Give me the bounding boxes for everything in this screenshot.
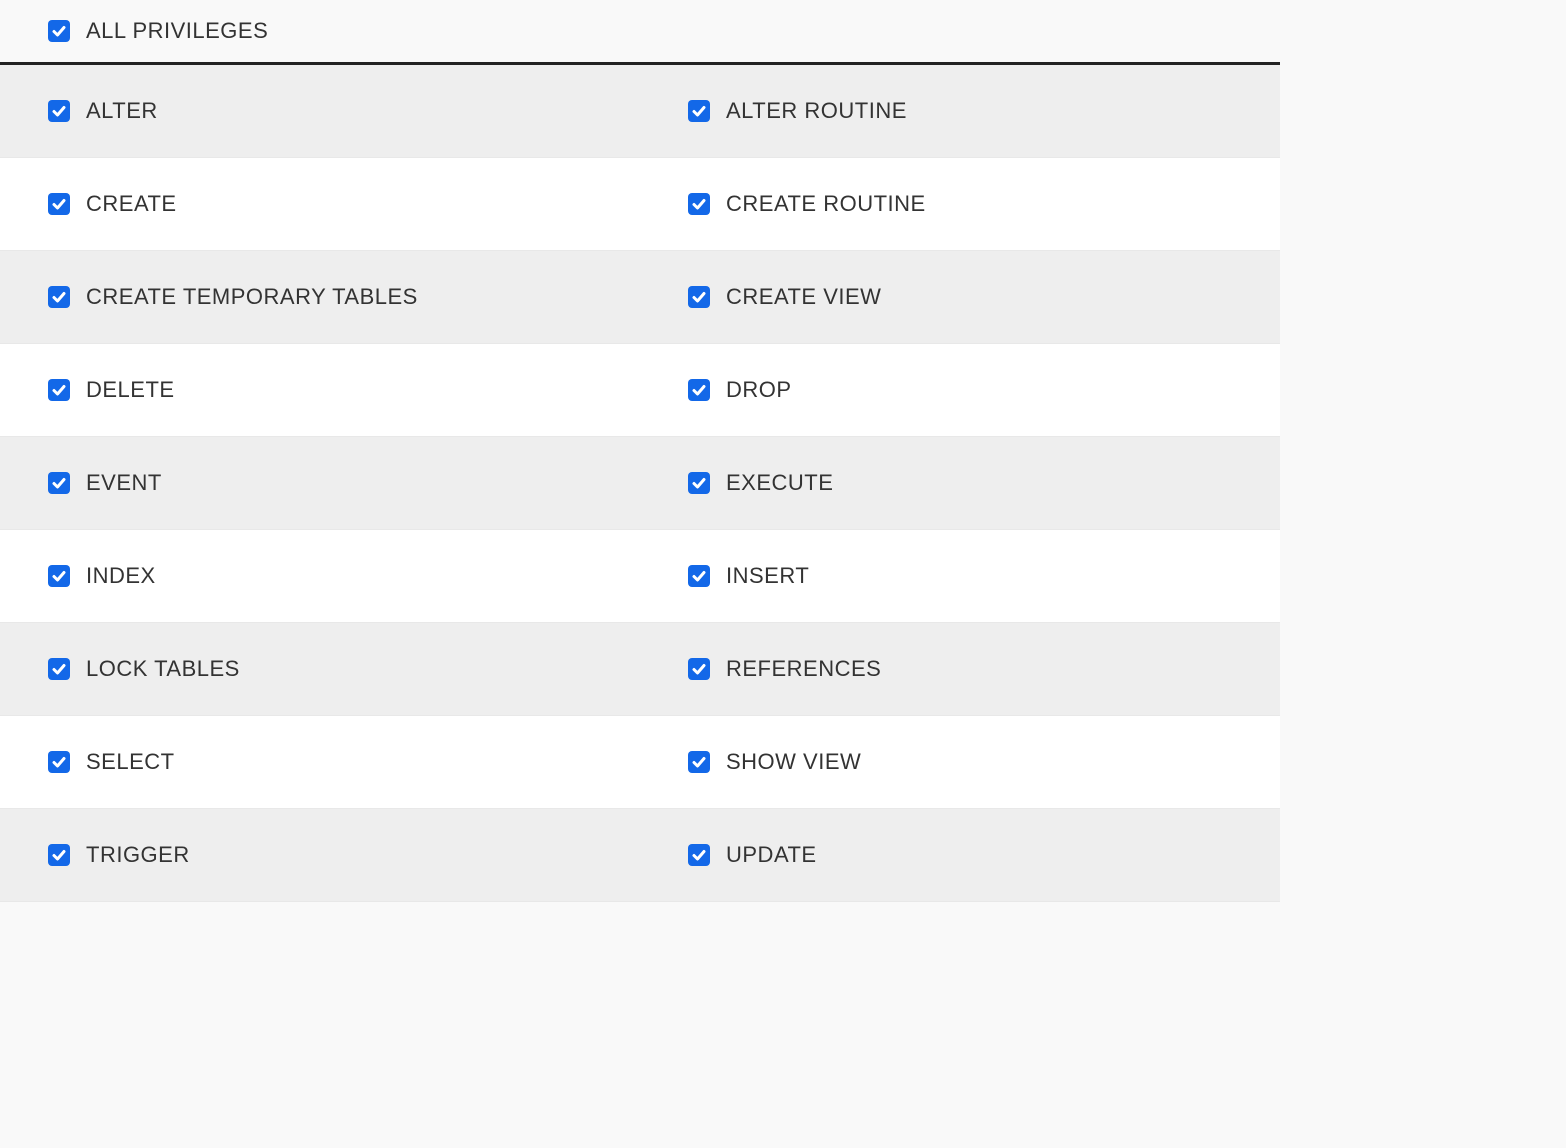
privilege-row: INDEX INSERT xyxy=(0,530,1280,623)
privilege-cell: SELECT xyxy=(0,716,640,808)
privilege-cell: CREATE xyxy=(0,158,640,250)
checkmark-icon xyxy=(691,754,707,770)
privilege-cell: ALTER ROUTINE xyxy=(640,65,1280,157)
privilege-checkbox-index[interactable] xyxy=(48,565,70,587)
privilege-checkbox-references[interactable] xyxy=(688,658,710,680)
privilege-cell: DELETE xyxy=(0,344,640,436)
all-privileges-label[interactable]: ALL PRIVILEGES xyxy=(86,18,268,44)
privilege-cell: CREATE TEMPORARY TABLES xyxy=(0,251,640,343)
privilege-cell: CREATE ROUTINE xyxy=(640,158,1280,250)
privilege-cell: SHOW VIEW xyxy=(640,716,1280,808)
checkmark-icon xyxy=(691,382,707,398)
privilege-label[interactable]: CREATE ROUTINE xyxy=(726,191,926,217)
privilege-checkbox-update[interactable] xyxy=(688,844,710,866)
all-privileges-checkbox[interactable] xyxy=(48,20,70,42)
privilege-checkbox-execute[interactable] xyxy=(688,472,710,494)
privilege-cell: EXECUTE xyxy=(640,437,1280,529)
privilege-rows: ALTER ALTER ROUTINE CREATE CREATE ROUTIN… xyxy=(0,65,1280,902)
privilege-cell: TRIGGER xyxy=(0,809,640,901)
checkmark-icon xyxy=(51,847,67,863)
checkmark-icon xyxy=(691,661,707,677)
privilege-label[interactable]: DROP xyxy=(726,377,792,403)
privilege-cell: ALTER xyxy=(0,65,640,157)
privilege-label[interactable]: CREATE TEMPORARY TABLES xyxy=(86,284,418,310)
privilege-cell: REFERENCES xyxy=(640,623,1280,715)
privilege-label[interactable]: UPDATE xyxy=(726,842,817,868)
privilege-checkbox-alter[interactable] xyxy=(48,100,70,122)
privilege-row: SELECT SHOW VIEW xyxy=(0,716,1280,809)
privilege-row: DELETE DROP xyxy=(0,344,1280,437)
privilege-checkbox-create-view[interactable] xyxy=(688,286,710,308)
checkmark-icon xyxy=(51,754,67,770)
checkmark-icon xyxy=(691,568,707,584)
privilege-cell: CREATE VIEW xyxy=(640,251,1280,343)
privilege-checkbox-alter-routine[interactable] xyxy=(688,100,710,122)
privilege-cell: LOCK TABLES xyxy=(0,623,640,715)
privilege-label[interactable]: SELECT xyxy=(86,749,175,775)
privilege-cell: INDEX xyxy=(0,530,640,622)
privilege-cell: UPDATE xyxy=(640,809,1280,901)
privilege-checkbox-event[interactable] xyxy=(48,472,70,494)
checkmark-icon xyxy=(51,475,67,491)
privilege-checkbox-drop[interactable] xyxy=(688,379,710,401)
privilege-cell: INSERT xyxy=(640,530,1280,622)
checkmark-icon xyxy=(691,289,707,305)
privilege-label[interactable]: EVENT xyxy=(86,470,162,496)
privilege-label[interactable]: CREATE VIEW xyxy=(726,284,881,310)
privilege-row: CREATE TEMPORARY TABLES CREATE VIEW xyxy=(0,251,1280,344)
privilege-checkbox-delete[interactable] xyxy=(48,379,70,401)
privilege-cell: EVENT xyxy=(0,437,640,529)
checkmark-icon xyxy=(691,196,707,212)
privileges-panel: ALL PRIVILEGES ALTER ALTER ROUTINE CREAT… xyxy=(0,0,1280,902)
privilege-cell: DROP xyxy=(640,344,1280,436)
privilege-row: EVENT EXECUTE xyxy=(0,437,1280,530)
privilege-checkbox-show-view[interactable] xyxy=(688,751,710,773)
privilege-checkbox-lock-tables[interactable] xyxy=(48,658,70,680)
privilege-row: CREATE CREATE ROUTINE xyxy=(0,158,1280,251)
privilege-label[interactable]: INDEX xyxy=(86,563,156,589)
privilege-label[interactable]: SHOW VIEW xyxy=(726,749,861,775)
checkmark-icon xyxy=(691,103,707,119)
privilege-label[interactable]: EXECUTE xyxy=(726,470,833,496)
all-privileges-row: ALL PRIVILEGES xyxy=(0,0,1280,65)
privilege-checkbox-select[interactable] xyxy=(48,751,70,773)
privilege-label[interactable]: ALTER ROUTINE xyxy=(726,98,907,124)
privilege-row: TRIGGER UPDATE xyxy=(0,809,1280,902)
privilege-row: LOCK TABLES REFERENCES xyxy=(0,623,1280,716)
privilege-checkbox-trigger[interactable] xyxy=(48,844,70,866)
privilege-label[interactable]: REFERENCES xyxy=(726,656,881,682)
privilege-label[interactable]: TRIGGER xyxy=(86,842,190,868)
checkmark-icon xyxy=(51,196,67,212)
checkmark-icon xyxy=(51,568,67,584)
privilege-checkbox-create-temporary-tables[interactable] xyxy=(48,286,70,308)
privilege-checkbox-create[interactable] xyxy=(48,193,70,215)
privilege-label[interactable]: CREATE xyxy=(86,191,177,217)
checkmark-icon xyxy=(691,475,707,491)
privilege-checkbox-create-routine[interactable] xyxy=(688,193,710,215)
checkmark-icon xyxy=(51,23,67,39)
privilege-label[interactable]: INSERT xyxy=(726,563,809,589)
checkmark-icon xyxy=(51,661,67,677)
checkmark-icon xyxy=(51,382,67,398)
checkmark-icon xyxy=(691,847,707,863)
privilege-label[interactable]: LOCK TABLES xyxy=(86,656,240,682)
privilege-row: ALTER ALTER ROUTINE xyxy=(0,65,1280,158)
privilege-label[interactable]: DELETE xyxy=(86,377,175,403)
privilege-checkbox-insert[interactable] xyxy=(688,565,710,587)
privilege-label[interactable]: ALTER xyxy=(86,98,158,124)
checkmark-icon xyxy=(51,103,67,119)
checkmark-icon xyxy=(51,289,67,305)
